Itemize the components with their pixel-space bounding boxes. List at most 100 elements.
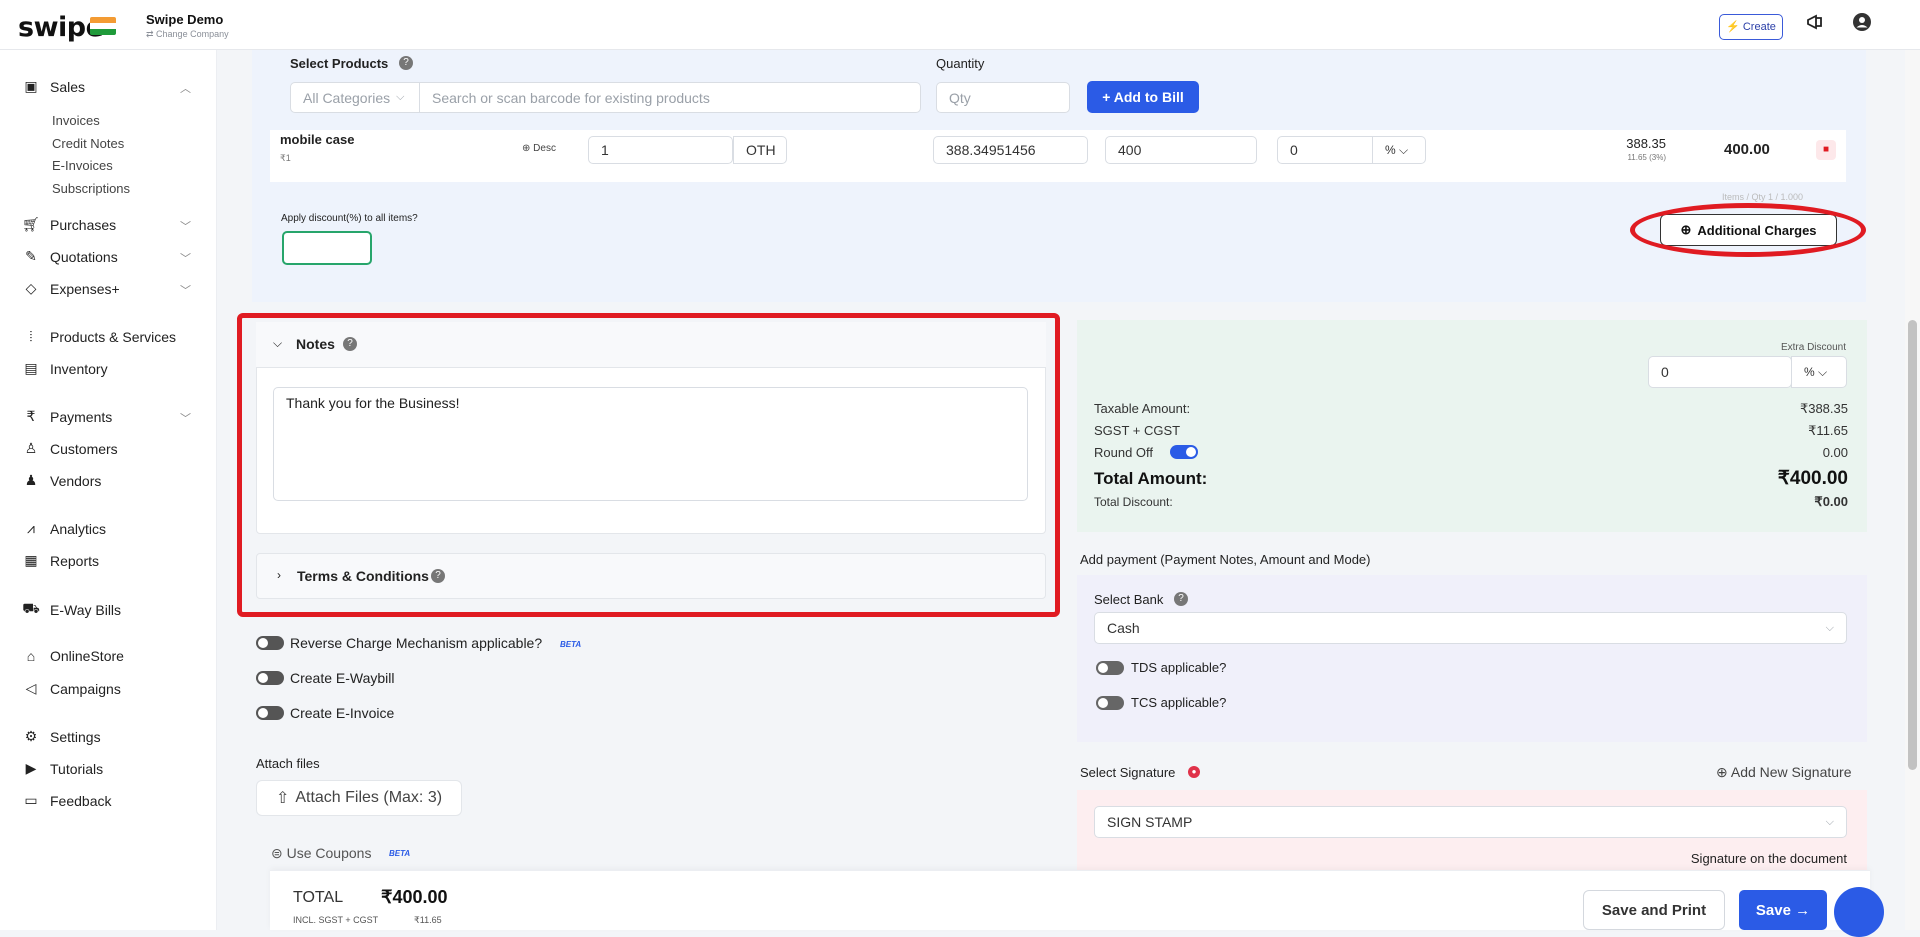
company-name: Swipe Demo [146, 12, 224, 27]
eway-label: Create E-Waybill [290, 670, 395, 686]
extra-discount-label: Extra Discount [1780, 342, 1846, 353]
sidebar-item-tutorials[interactable]: ▶ Tutorials [22, 760, 104, 777]
change-company-link[interactable]: ⇄ Change Company [146, 29, 229, 40]
sidebar-label: Reports [50, 552, 100, 569]
extra-discount-type-select[interactable]: % ⌵ [1791, 356, 1847, 388]
create-button[interactable]: ⚡ Create [1719, 14, 1783, 40]
round-off-toggle[interactable] [1170, 445, 1198, 459]
youtube-icon: ▶ [25, 760, 37, 776]
coupon-icon: ⊜ [271, 845, 287, 861]
item-qty-input[interactable]: 1 [588, 136, 733, 164]
category-value: All Categories [303, 89, 391, 106]
sidebar-item-payments[interactable]: ₹ Payments [22, 408, 113, 425]
quantity-input[interactable]: Qty [936, 82, 1070, 113]
add-to-bill-button[interactable]: + Add to Bill [1087, 81, 1199, 113]
chevron-down-icon[interactable]: ﹀ [180, 410, 191, 426]
total-discount-value: ₹0.00 [1814, 494, 1848, 509]
trash-icon[interactable]: ■ [1816, 140, 1836, 160]
sidebar-item-feedback[interactable]: ▭ Feedback [22, 792, 111, 809]
category-select[interactable]: All Categories ⌵ [290, 82, 420, 113]
einvoice-toggle[interactable] [256, 706, 284, 720]
total-amount-label: Total Amount: [1094, 469, 1208, 488]
desc-button[interactable]: ⊕ Desc [522, 143, 556, 154]
sidebar-item-campaigns[interactable]: ◁ Campaigns [22, 680, 121, 697]
sidebar-item-inventory[interactable]: ▤ Inventory [22, 360, 108, 377]
taxable-value: ₹388.35 [1799, 401, 1848, 416]
sidebar-item-onlinestore[interactable]: ⌂ OnlineStore [22, 648, 124, 664]
sgst-label: SGST + CGST [1094, 423, 1181, 438]
item-price-with-tax-input[interactable]: 400 [1105, 136, 1257, 164]
footer-total-label: TOTAL [293, 889, 344, 906]
chevron-down-icon[interactable]: ﹀ [180, 218, 191, 234]
scrollbar-thumb[interactable] [1908, 320, 1917, 770]
sidebar-label: Inventory [50, 360, 108, 377]
add-new-signature-link[interactable]: ⊕ Add New Signature [1716, 764, 1852, 781]
discount-all-input[interactable] [282, 231, 372, 265]
select-signature-label: Select Signature [1080, 765, 1176, 780]
chevron-up-icon[interactable]: ︿ [180, 80, 191, 96]
bank-value: Cash [1107, 620, 1140, 636]
warehouse-icon: ▤ [24, 360, 38, 376]
signature-doc-label: Signature on the document [1690, 851, 1847, 866]
total-discount-label: Total Discount: [1094, 495, 1173, 509]
chevron-down-icon: ⌵ [396, 91, 405, 103]
item-sub: ₹1 [280, 153, 291, 163]
item-discount-type-select[interactable]: % ⌵ [1372, 136, 1426, 164]
chevron-down-icon: ⌵ [1825, 815, 1834, 828]
sidebar-item-sales[interactable]: ▣ Sales [22, 78, 85, 95]
beta-badge: BETA [560, 640, 582, 649]
tds-toggle[interactable] [1096, 661, 1124, 675]
user-avatar-icon[interactable] [1850, 12, 1874, 36]
sidebar-item-vendors[interactable]: ♟ Vendors [22, 472, 102, 489]
sidebar-item-customers[interactable]: ♙ Customers [22, 440, 118, 457]
sidebar-item-quotations[interactable]: ✎ Quotations [22, 248, 118, 265]
sidebar-item-credit-notes[interactable]: Credit Notes [52, 136, 124, 151]
cash-icon: ▣ [24, 78, 38, 94]
help-icon[interactable]: ? [1174, 592, 1188, 606]
item-price-input[interactable]: 388.34951456 [933, 136, 1088, 164]
use-coupons[interactable]: ⊜ Use Coupons [271, 845, 371, 862]
sidebar-item-analytics[interactable]: ⩘ Analytics [22, 520, 106, 537]
sidebar-label: Campaigns [50, 680, 121, 697]
use-coupons-label: Use Coupons [286, 845, 372, 861]
payment-panel [1077, 575, 1867, 742]
sidebar-label: Customers [50, 440, 118, 457]
sidebar-item-e-invoices[interactable]: E-Invoices [52, 158, 113, 173]
chevron-down-icon[interactable]: ﹀ [180, 250, 191, 266]
reverse-charge-toggle[interactable] [256, 636, 284, 650]
signature-select[interactable]: SIGN STAMP ⌵ [1094, 806, 1847, 838]
attach-files-label: Attach files [256, 756, 320, 771]
bank-select[interactable]: Cash ⌵ [1094, 612, 1847, 644]
megaphone-icon[interactable] [1803, 12, 1827, 36]
item-unit[interactable]: OTH [733, 136, 787, 164]
taxable-label: Taxable Amount: [1094, 401, 1191, 416]
eway-toggle[interactable] [256, 671, 284, 685]
top-bar: swipe Swipe Demo ⇄ Change Company ⚡ Crea… [0, 0, 1920, 50]
truck-icon: ⛟ [22, 600, 40, 616]
discount-all-label: Apply discount(%) to all items? [281, 213, 418, 224]
attach-files-button[interactable]: ⇧ Attach Files (Max: 3) [256, 780, 462, 816]
tcs-toggle[interactable] [1096, 696, 1124, 710]
save-button[interactable]: Save → [1739, 890, 1827, 930]
sidebar-item-reports[interactable]: ▦ Reports [22, 552, 99, 569]
extra-discount-input[interactable]: 0 [1648, 356, 1792, 388]
sidebar-label: Feedback [50, 792, 112, 809]
upload-icon: ⇧ [275, 790, 290, 807]
save-and-print-button[interactable]: Save and Print [1583, 890, 1725, 930]
product-search-input[interactable]: Search or scan barcode for existing prod… [419, 82, 921, 113]
qty-placeholder: Qty [949, 89, 971, 106]
sidebar-item-subscriptions[interactable]: Subscriptions [52, 181, 130, 196]
sidebar-item-settings[interactable]: ⚙ Settings [22, 728, 101, 745]
sidebar-item-products[interactable]: ⦙ Products & Services [22, 328, 176, 345]
help-icon[interactable]: ? [399, 56, 413, 70]
highlight-ellipse [1630, 203, 1866, 257]
sidebar-item-invoices[interactable]: Invoices [52, 113, 100, 128]
footer-tax-label: INCL. SGST + CGST [293, 915, 379, 925]
chevron-down-icon[interactable]: ﹀ [180, 282, 191, 298]
sidebar-item-eway-bills[interactable]: ⛟ E-Way Bills [22, 600, 121, 619]
item-discount-input[interactable]: 0 [1277, 136, 1373, 164]
report-icon: ▦ [24, 552, 38, 568]
sidebar-item-purchases[interactable]: 🛒︎ Purchases [22, 216, 116, 233]
sidebar-item-expenses[interactable]: ◇ Expenses+ [22, 280, 120, 297]
beta-badge: BETA [389, 849, 411, 858]
